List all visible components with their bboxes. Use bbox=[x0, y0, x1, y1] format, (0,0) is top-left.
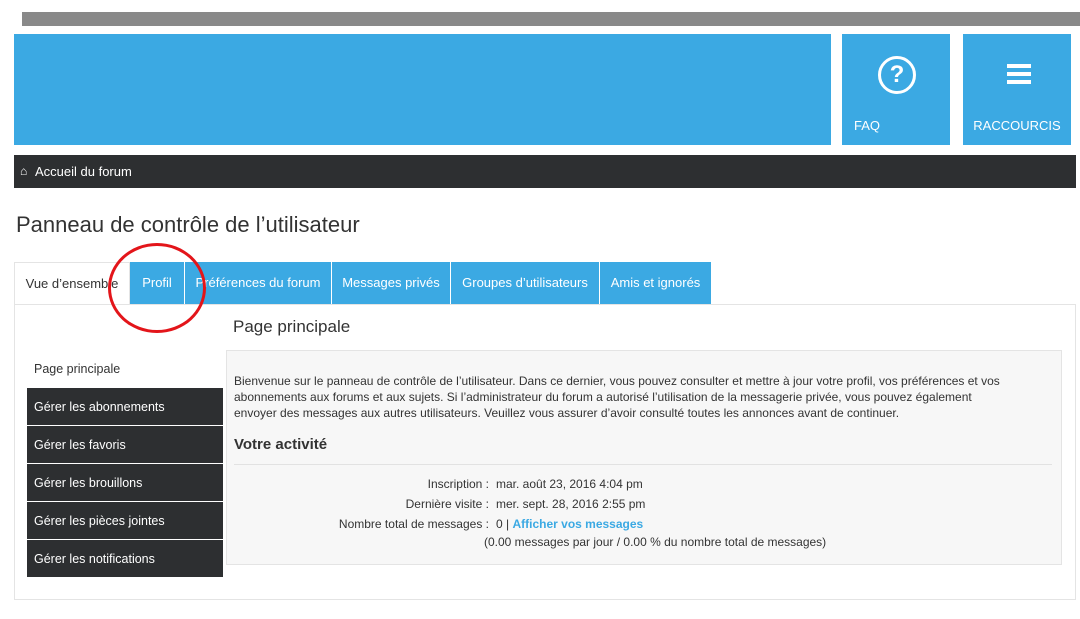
home-icon: ⌂ bbox=[20, 164, 28, 178]
total-posts-value: 0 | bbox=[496, 517, 510, 531]
welcome-line-3: envoyer des messages aux autres utilisat… bbox=[234, 406, 900, 420]
panel-title: Page principale bbox=[233, 317, 351, 336]
shortcuts-label: RACCOURCIS bbox=[973, 118, 1061, 133]
welcome-line-1: Bienvenue sur le panneau de contrôle de … bbox=[234, 374, 1000, 388]
annotation-circle bbox=[108, 243, 206, 333]
last-visit-label-row: Dernière visite : bbox=[0, 497, 489, 513]
tab-user-groups[interactable]: Groupes d’utilisateurs bbox=[451, 262, 599, 304]
sidebar-item-main-page[interactable]: Page principale bbox=[27, 350, 223, 388]
faq-button[interactable]: ? FAQ bbox=[842, 34, 950, 145]
last-visit-value: mer. sept. 28, 2016 2:55 pm bbox=[496, 497, 646, 511]
sidebar-item-notifications[interactable]: Gérer les notifications bbox=[27, 540, 223, 578]
page-title: Panneau de contrôle de l’utilisateur bbox=[16, 212, 360, 237]
tab-forum-preferences[interactable]: Préférences du forum bbox=[185, 262, 331, 304]
shortcuts-button[interactable]: RACCOURCIS bbox=[963, 34, 1071, 145]
registration-label-row: Inscription : bbox=[0, 477, 489, 493]
activity-heading: Votre activité bbox=[234, 436, 328, 453]
site-header-banner bbox=[14, 34, 831, 145]
top-gray-bar bbox=[22, 12, 1080, 26]
breadcrumb-forum-home[interactable]: Accueil du forum bbox=[35, 155, 132, 188]
posts-stats: (0.00 messages par jour / 0.00 % du nomb… bbox=[484, 535, 827, 549]
show-posts-link[interactable]: Afficher vos messages bbox=[512, 517, 643, 531]
total-posts-label: Nombre total de messages : bbox=[338, 517, 489, 531]
registration-label: Inscription : bbox=[427, 477, 489, 491]
divider bbox=[234, 464, 1052, 465]
total-posts-value-row: 0 | Afficher vos messages bbox=[496, 517, 643, 531]
welcome-line-2: abonnements aux forums et aux sujets. Si… bbox=[234, 390, 972, 404]
last-visit-label: Dernière visite : bbox=[405, 497, 489, 511]
faq-label: FAQ bbox=[854, 118, 881, 133]
tab-friends-foes[interactable]: Amis et ignorés bbox=[600, 262, 711, 304]
tab-private-messages[interactable]: Messages privés bbox=[332, 262, 450, 304]
sidebar: Page principale Gérer les abonnements Gé… bbox=[27, 350, 223, 578]
question-icon: ? bbox=[878, 56, 916, 94]
breadcrumb-bar: ⌂ Accueil du forum bbox=[14, 155, 1076, 188]
menu-icon bbox=[1007, 64, 1031, 84]
total-posts-label-row: Nombre total de messages : bbox=[0, 517, 489, 533]
welcome-text: Bienvenue sur le panneau de contrôle de … bbox=[234, 373, 1052, 421]
registration-value: mar. août 23, 2016 4:04 pm bbox=[496, 477, 643, 491]
sidebar-item-bookmarks[interactable]: Gérer les favoris bbox=[27, 426, 223, 464]
sidebar-item-subscriptions[interactable]: Gérer les abonnements bbox=[27, 388, 223, 426]
